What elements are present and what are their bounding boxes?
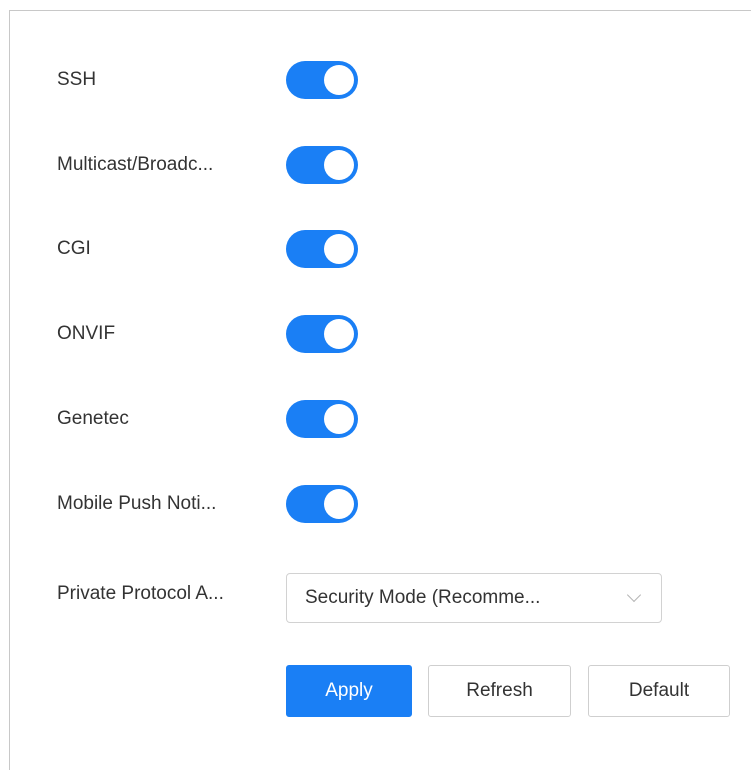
refresh-button[interactable]: Refresh bbox=[428, 665, 571, 717]
toggle-knob bbox=[324, 404, 354, 434]
setting-row-multicast: Multicast/Broadc... bbox=[57, 146, 358, 184]
onvif-toggle[interactable] bbox=[286, 315, 358, 353]
toggle-knob bbox=[324, 319, 354, 349]
setting-label-ssh: SSH bbox=[57, 69, 97, 90]
multicast-toggle[interactable] bbox=[286, 146, 358, 184]
setting-label-mobile-push: Mobile Push Noti... bbox=[57, 493, 217, 514]
chevron-down-icon bbox=[626, 587, 642, 603]
setting-row-private-protocol: Private Protocol A... Security Mode (Rec… bbox=[57, 573, 662, 623]
toggle-knob bbox=[324, 489, 354, 519]
private-protocol-select[interactable]: Security Mode (Recomme... bbox=[286, 573, 662, 623]
ssh-toggle[interactable] bbox=[286, 61, 358, 99]
setting-label-cgi: CGI bbox=[57, 238, 91, 259]
toggle-knob bbox=[324, 234, 354, 264]
setting-row-mobile-push: Mobile Push Noti... bbox=[57, 485, 358, 523]
setting-label-multicast: Multicast/Broadc... bbox=[57, 154, 214, 175]
setting-row-genetec: Genetec bbox=[57, 400, 358, 438]
setting-label-genetec: Genetec bbox=[57, 408, 129, 429]
cgi-toggle[interactable] bbox=[286, 230, 358, 268]
setting-label-private-protocol: Private Protocol A... bbox=[57, 583, 224, 604]
toggle-knob bbox=[324, 65, 354, 95]
setting-row-ssh: SSH bbox=[57, 61, 358, 99]
setting-label-onvif: ONVIF bbox=[57, 323, 116, 344]
mobile-push-toggle[interactable] bbox=[286, 485, 358, 523]
genetec-toggle[interactable] bbox=[286, 400, 358, 438]
settings-panel bbox=[9, 10, 751, 770]
setting-row-cgi: CGI bbox=[57, 230, 358, 268]
setting-row-onvif: ONVIF bbox=[57, 315, 358, 353]
apply-button[interactable]: Apply bbox=[286, 665, 412, 717]
private-protocol-value: Security Mode (Recomme... bbox=[305, 587, 541, 608]
toggle-knob bbox=[324, 150, 354, 180]
default-button[interactable]: Default bbox=[588, 665, 730, 717]
